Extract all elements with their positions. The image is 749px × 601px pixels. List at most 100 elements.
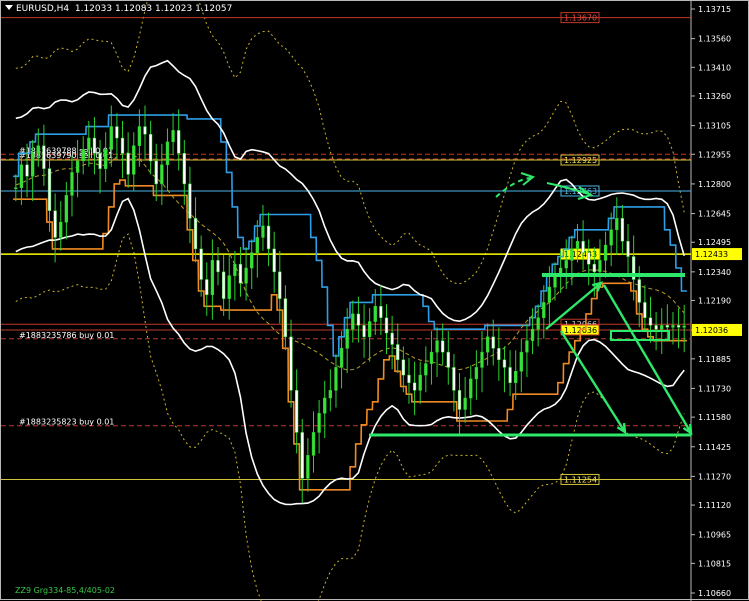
candle-body[interactable] — [216, 260, 220, 273]
candle-body[interactable] — [665, 325, 669, 328]
candle-body[interactable] — [497, 348, 501, 361]
candle-body[interactable] — [126, 153, 130, 175]
candle-body[interactable] — [339, 348, 344, 368]
candle-body[interactable] — [384, 317, 389, 334]
candle-body[interactable] — [177, 130, 181, 154]
candle-body[interactable] — [25, 164, 29, 177]
candle-body[interactable] — [31, 153, 35, 177]
candle-body[interactable] — [542, 302, 546, 318]
candle-body[interactable] — [474, 367, 479, 380]
dropdown-icon[interactable] — [5, 5, 13, 10]
candle-body[interactable] — [160, 164, 164, 185]
candle-body[interactable] — [429, 351, 434, 364]
candle-body[interactable] — [485, 336, 490, 353]
candle-body[interactable] — [660, 325, 664, 330]
candle-body[interactable] — [592, 263, 596, 273]
candle-body[interactable] — [441, 340, 445, 353]
candle-body[interactable] — [609, 229, 613, 246]
candle-body[interactable] — [390, 332, 394, 345]
candle-body[interactable] — [368, 321, 372, 338]
candle-body[interactable] — [671, 325, 675, 328]
candle-body[interactable] — [626, 241, 630, 257]
candle-body[interactable] — [109, 126, 113, 150]
candle-body[interactable] — [581, 241, 585, 253]
candle-body[interactable] — [137, 126, 142, 146]
candle-body[interactable] — [323, 397, 327, 414]
candle-body[interactable] — [362, 325, 366, 338]
candle-body[interactable] — [70, 172, 74, 196]
candle-body[interactable] — [87, 137, 91, 150]
candle-body[interactable] — [98, 153, 102, 169]
candle-body[interactable] — [47, 168, 52, 211]
candle-body[interactable] — [81, 149, 85, 162]
candle-body[interactable] — [502, 359, 507, 368]
candle-body[interactable] — [564, 260, 568, 269]
candle-body[interactable] — [412, 382, 417, 391]
candle-body[interactable] — [519, 351, 523, 372]
candle-body[interactable] — [53, 210, 57, 238]
candle-body[interactable] — [148, 133, 153, 162]
candle-body[interactable] — [575, 241, 580, 250]
candle-body[interactable] — [261, 225, 265, 238]
candle-body[interactable] — [188, 183, 192, 219]
candle-body[interactable] — [233, 263, 237, 276]
candle-body[interactable] — [120, 137, 125, 154]
candle-body[interactable] — [469, 378, 473, 399]
candle-body[interactable] — [570, 248, 574, 261]
candle-body[interactable] — [620, 218, 625, 242]
candle-body[interactable] — [306, 455, 310, 479]
candle-body[interactable] — [165, 141, 170, 166]
candle-body[interactable] — [283, 298, 288, 338]
candle-body[interactable] — [317, 413, 321, 433]
candle-body[interactable] — [75, 160, 80, 173]
candle-body[interactable] — [553, 275, 557, 288]
candle-body[interactable] — [14, 187, 18, 189]
candle-body[interactable] — [480, 351, 484, 368]
candle-body[interactable] — [278, 271, 282, 299]
candle-body[interactable] — [401, 359, 406, 376]
chart-window[interactable]: 1.13715 1.13560 1.13410 1.13260 1.13105 1.129… — [0, 0, 749, 601]
candle-body[interactable] — [547, 286, 552, 303]
candle-body[interactable] — [221, 271, 226, 299]
candle-body[interactable] — [418, 374, 422, 391]
candle-body[interactable] — [193, 218, 198, 250]
candle-body[interactable] — [238, 263, 243, 284]
candle-body[interactable] — [132, 145, 136, 175]
candle-body[interactable] — [328, 390, 332, 399]
candle-body[interactable] — [345, 328, 349, 349]
price-chart[interactable]: 1.13715 1.13560 1.13410 1.13260 1.13105 1.129… — [1, 1, 749, 601]
candle-body[interactable] — [205, 279, 209, 296]
candle-body[interactable] — [446, 351, 450, 368]
candle-body[interactable] — [457, 390, 462, 410]
candle-body[interactable] — [508, 367, 512, 383]
candle-body[interactable] — [396, 344, 400, 361]
candle-body[interactable] — [373, 306, 377, 322]
candle-body[interactable] — [643, 302, 647, 318]
candle-body[interactable] — [19, 164, 24, 188]
candle-body[interactable] — [294, 390, 299, 433]
candle-body[interactable] — [266, 225, 271, 250]
candle-body[interactable] — [42, 145, 46, 169]
candle-body[interactable] — [603, 244, 608, 261]
candle-body[interactable] — [676, 325, 681, 328]
candle-body[interactable] — [244, 267, 248, 284]
candle-body[interactable] — [227, 275, 231, 299]
candle-body[interactable] — [311, 432, 316, 456]
candle-body[interactable] — [143, 126, 147, 135]
candle-body[interactable] — [92, 137, 97, 154]
candle-body[interactable] — [104, 149, 108, 169]
candle-body[interactable] — [525, 340, 529, 353]
candle-body[interactable] — [463, 397, 467, 410]
candle-body[interactable] — [514, 371, 518, 383]
candle-body[interactable] — [154, 160, 158, 185]
candle-body[interactable] — [648, 317, 653, 326]
candle-body[interactable] — [272, 248, 276, 273]
candle-body[interactable] — [36, 145, 40, 154]
candle-body[interactable] — [356, 313, 361, 326]
candle-body[interactable] — [255, 237, 259, 253]
candle-body[interactable] — [334, 367, 338, 391]
candle-body[interactable] — [182, 153, 186, 185]
candle-body[interactable] — [171, 130, 175, 143]
candle-body[interactable] — [615, 218, 619, 231]
candle-body[interactable] — [250, 252, 254, 269]
